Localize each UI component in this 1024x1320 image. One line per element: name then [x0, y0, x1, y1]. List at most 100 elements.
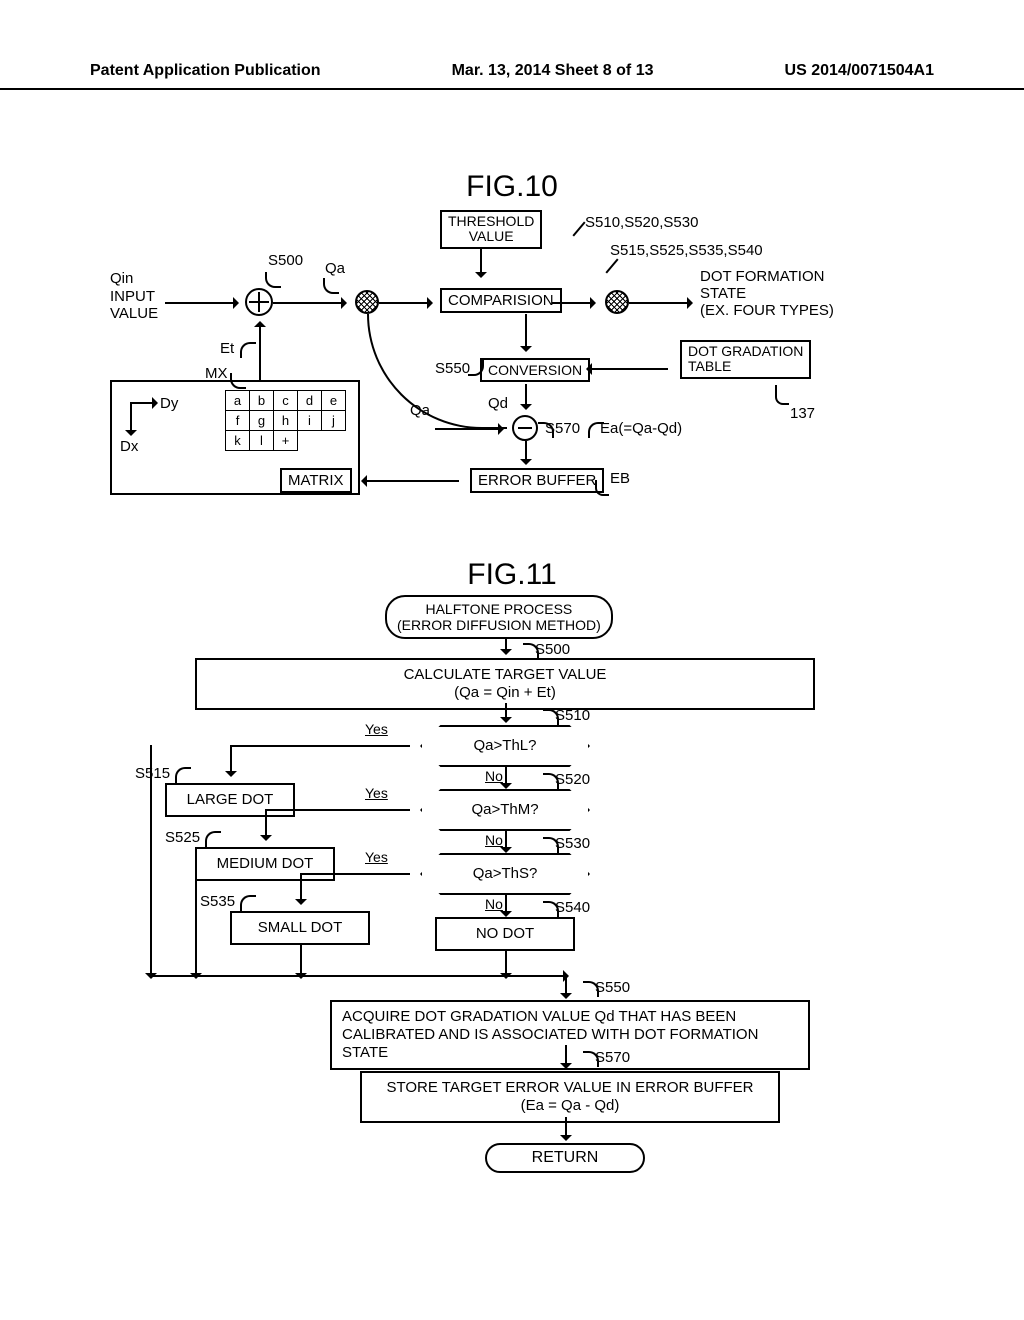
arrow-d1-d2 — [505, 767, 507, 785]
tick-icon — [605, 258, 618, 273]
s515-ref: S515 — [135, 765, 170, 782]
arrow-large-down — [150, 813, 152, 975]
s500-ref: S500 — [535, 641, 570, 658]
s535-ref: S535 — [200, 893, 235, 910]
fig10-title: FIG.10 — [0, 170, 1024, 204]
et-label: Et — [220, 340, 234, 357]
yes-2: Yes — [365, 785, 388, 801]
s500-curve-icon — [265, 272, 281, 288]
arrow-eb-matrix — [365, 480, 459, 482]
ea-label: Ea(=Qa-Qd) — [600, 420, 682, 437]
arrow-medium-down — [195, 877, 197, 975]
yes-1: Yes — [365, 721, 388, 737]
no-2: No — [485, 832, 503, 848]
s515-525-535-540-label: S515,S525,S535,S540 — [610, 242, 763, 259]
s510-ref: S510 — [555, 707, 590, 724]
eb-curve-icon — [595, 480, 609, 496]
no-dot-box: NO DOT — [435, 917, 575, 951]
arrow-conversion-minus — [525, 384, 527, 406]
arrow-d3-yes — [300, 873, 410, 875]
qa-curve-path — [367, 314, 507, 429]
header-right: US 2014/0071504A1 — [785, 62, 934, 80]
sum-node — [245, 288, 273, 316]
dot-state-label: DOT FORMATION STATE (EX. FOUR TYPES) — [700, 268, 834, 319]
s515-curve-icon — [175, 767, 191, 783]
medium-dot-box: MEDIUM DOT — [195, 847, 335, 881]
s500-label: S500 — [268, 252, 303, 269]
ref-137-curve-icon — [775, 385, 789, 405]
s570-process: STORE TARGET ERROR VALUE IN ERROR BUFFER… — [360, 1071, 780, 1123]
fig11-flowchart: HALFTONE PROCESS (ERROR DIFFUSION METHOD… — [135, 595, 875, 1235]
arrow-d1-yes-v — [230, 745, 232, 773]
matrix-container — [110, 380, 360, 495]
arrow-d3-nodot — [505, 895, 507, 913]
qa-curve-icon — [323, 278, 339, 294]
decision-thm: Qa>ThM? — [420, 789, 590, 831]
yes-3: Yes — [365, 849, 388, 865]
arrow-threshold-down — [480, 248, 482, 274]
decision-thl: Qa>ThL? — [420, 725, 590, 767]
fig10-diagram: Qin INPUT VALUE S500 Qa THRESHOLD VALUE … — [110, 210, 920, 530]
decision-ths: Qa>ThS? — [420, 853, 590, 895]
header-left: Patent Application Publication — [90, 62, 321, 80]
arrow-d2-yes — [265, 809, 410, 811]
s550-ref: S550 — [595, 979, 630, 996]
arrow-large-down-pre — [150, 745, 152, 813]
arrow-d1-yes — [230, 745, 410, 747]
arrow-d3-yes-v — [300, 873, 302, 901]
start-terminator: HALFTONE PROCESS (ERROR DIFFUSION METHOD… — [385, 595, 613, 639]
threshold-box: THRESHOLD VALUE — [440, 210, 542, 249]
arrow-d2-yes-v — [265, 809, 267, 837]
eb-label: EB — [610, 470, 630, 487]
et-curve-icon — [240, 342, 256, 358]
hatch-node-2 — [605, 290, 629, 314]
page-header: Patent Application Publication Mar. 13, … — [0, 62, 1024, 90]
hatch-node-1 — [355, 290, 379, 314]
arrow-collector-s550 — [565, 975, 567, 995]
ref-137: 137 — [790, 405, 815, 422]
s525-curve-icon — [205, 831, 221, 847]
minus-node — [512, 415, 538, 441]
arrow-start-s500 — [505, 637, 507, 651]
arrow-s550-s570 — [565, 1045, 567, 1065]
arrow-d2-d3 — [505, 831, 507, 849]
s530-ref: S530 — [555, 835, 590, 852]
qa2-label: Qa — [410, 402, 430, 419]
arrow-input-sum — [165, 302, 235, 304]
fig11-title: FIG.11 — [0, 558, 1024, 592]
s520-ref: S520 — [555, 771, 590, 788]
arrow-minus-eb — [525, 441, 527, 461]
input-value-label: INPUT VALUE — [110, 288, 158, 322]
error-buffer-box: ERROR BUFFER — [470, 468, 604, 493]
small-dot-box: SMALL DOT — [230, 911, 370, 945]
s540-ref: S540 — [555, 899, 590, 916]
s525-ref: S525 — [165, 829, 200, 846]
collector-line — [150, 975, 565, 977]
ea-curve-icon — [588, 422, 604, 438]
arrow-s500-d1 — [505, 703, 507, 719]
arrow-comparison-hatch2 — [552, 302, 592, 304]
arrow-sum-hatch1 — [273, 302, 343, 304]
arrow-hatch-state — [629, 302, 689, 304]
qin-label: Qin — [110, 270, 133, 287]
arrow-comparison-conversion — [525, 314, 527, 348]
s535-curve-icon — [240, 895, 256, 911]
dot-gradation-table: DOT GRADATION TABLE — [680, 340, 811, 379]
arrow-et-sum — [259, 325, 261, 380]
return-terminator: RETURN — [485, 1143, 645, 1173]
arrow-table-conversion — [590, 368, 668, 370]
qa-label: Qa — [325, 260, 345, 277]
arrow-nodot-down — [505, 949, 507, 975]
comparison-box: COMPARISION — [440, 288, 562, 313]
tick-icon — [572, 221, 585, 236]
arrow-s570-return — [565, 1117, 567, 1137]
header-center: Mar. 13, 2014 Sheet 8 of 13 — [452, 62, 654, 80]
arrow-hatch-comparison — [379, 302, 429, 304]
arrow-qa-minus — [435, 428, 500, 430]
large-dot-box: LARGE DOT — [165, 783, 295, 817]
no-1: No — [485, 768, 503, 784]
s550-process: ACQUIRE DOT GRADATION VALUE Qd THAT HAS … — [330, 1000, 810, 1070]
s510-520-530-label: S510,S520,S530 — [585, 214, 698, 231]
arrow-small-down — [300, 943, 302, 975]
s570-ref: S570 — [595, 1049, 630, 1066]
